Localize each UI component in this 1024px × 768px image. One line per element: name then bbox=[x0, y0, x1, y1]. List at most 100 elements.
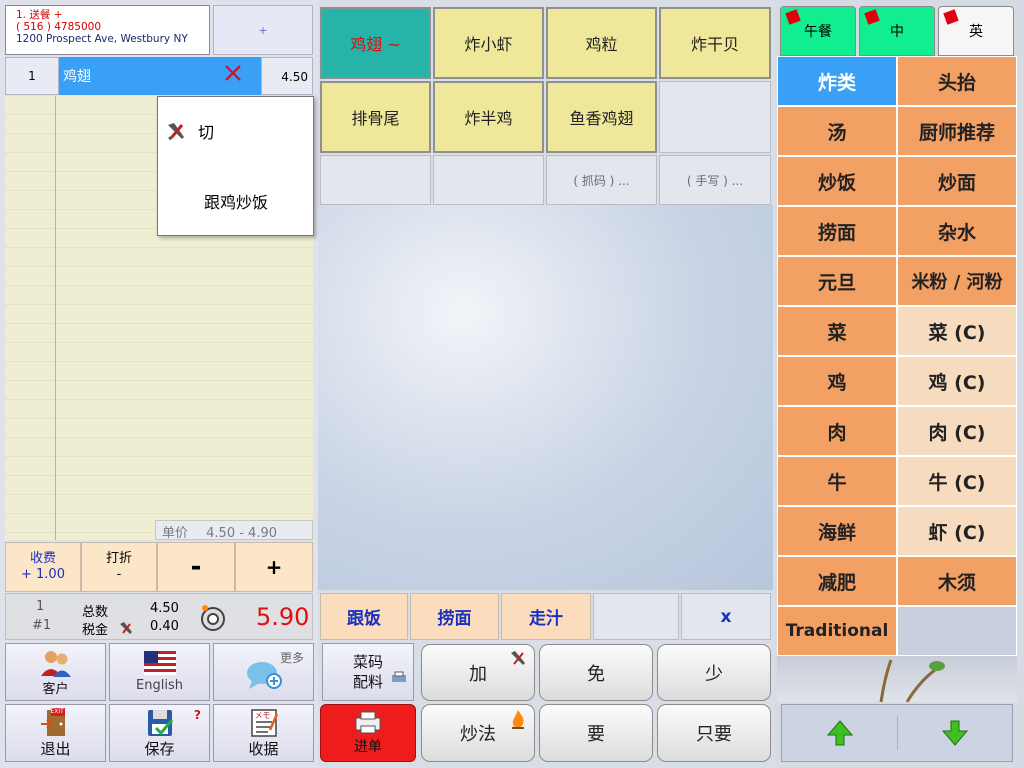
category-chicken[interactable]: 鸡 bbox=[777, 356, 897, 406]
free-button[interactable]: 免 bbox=[539, 644, 653, 701]
category-vegetables-combo[interactable]: 菜 (C) bbox=[897, 306, 1017, 356]
save-button[interactable]: ? 保存 bbox=[109, 704, 210, 762]
tab-lunch[interactable]: 午餐 bbox=[780, 6, 856, 56]
category-seafood[interactable]: 海鲜 bbox=[777, 506, 897, 556]
plant-decoration bbox=[777, 656, 1017, 703]
subtotal-label: 总数 bbox=[82, 605, 109, 620]
menu-item-fried-scallops[interactable]: 炸干贝 bbox=[659, 7, 771, 79]
scroll-up-button[interactable] bbox=[783, 706, 897, 760]
menu-item-garlic-wings[interactable]: 鱼香鸡翅 bbox=[546, 81, 657, 153]
tools-icon bbox=[509, 649, 527, 667]
popup-item-cut[interactable]: 切 bbox=[158, 111, 313, 151]
tab-marker-icon bbox=[785, 9, 801, 25]
menu-item-empty[interactable] bbox=[320, 155, 431, 205]
menu-item-empty[interactable] bbox=[659, 81, 771, 153]
grand-total: 5.90 bbox=[256, 603, 310, 631]
less-button[interactable]: 少 bbox=[657, 644, 771, 701]
tab-chinese[interactable]: 中 bbox=[859, 6, 935, 56]
margin-line bbox=[55, 96, 56, 540]
send-order-button[interactable]: 进单 bbox=[320, 704, 416, 762]
only-button[interactable]: 只要 bbox=[657, 704, 771, 762]
more-button[interactable]: 更多 bbox=[213, 643, 314, 701]
popup-item-with-chicken-rice[interactable]: 跟鸡炒饭 bbox=[158, 181, 313, 221]
add-order-button[interactable]: + bbox=[213, 5, 313, 55]
order-info-box[interactable]: 1. 送餐 + ( 516 ) 4785000 1200 Prospect Av… bbox=[5, 5, 210, 55]
save-disk-icon bbox=[144, 708, 176, 738]
category-traditional[interactable]: Traditional bbox=[777, 606, 897, 656]
category-egg-foo-young[interactable]: 元旦 bbox=[777, 256, 897, 306]
modifier-no-sauce[interactable]: 走汁 bbox=[501, 593, 591, 640]
discount-button[interactable]: 打折 - bbox=[81, 542, 157, 592]
order-line-qty[interactable]: 1 bbox=[5, 57, 59, 95]
category-chop-suey[interactable]: 杂水 bbox=[897, 206, 1017, 256]
menu-item-half-chicken[interactable]: 炸半鸡 bbox=[433, 81, 544, 153]
customer-icon bbox=[39, 648, 73, 678]
modifier-close-button[interactable]: x bbox=[681, 593, 771, 640]
modifier-with-rice[interactable]: 跟饭 bbox=[320, 593, 408, 640]
arrow-down-icon bbox=[941, 719, 969, 747]
modifier-empty[interactable] bbox=[593, 593, 679, 640]
category-soup[interactable]: 汤 bbox=[777, 106, 897, 156]
cash-drawer-icon[interactable] bbox=[196, 602, 228, 634]
order-line-name[interactable]: 鸡翅 bbox=[59, 57, 261, 95]
category-fried-rice[interactable]: 炒饭 bbox=[777, 156, 897, 206]
item-popup-menu: 切 跟鸡炒饭 bbox=[157, 96, 314, 236]
category-empty[interactable] bbox=[897, 606, 1017, 656]
exit-door-icon: EXIT bbox=[39, 707, 73, 738]
category-fried[interactable]: 炸类 bbox=[777, 56, 897, 106]
category-vegetables[interactable]: 菜 bbox=[777, 306, 897, 356]
printer-small-icon bbox=[391, 650, 407, 682]
language-button[interactable]: English bbox=[109, 643, 210, 701]
handwrite-button[interactable]: ( 手写 ) ... bbox=[659, 155, 771, 205]
receipt-button[interactable]: メモ 收据 bbox=[213, 704, 314, 762]
category-beef-combo[interactable]: 牛 (C) bbox=[897, 456, 1017, 506]
order-type: 1. 送餐 + bbox=[16, 9, 63, 21]
tax-tools-icon[interactable] bbox=[118, 620, 134, 636]
modifier-lo-mein[interactable]: 捞面 bbox=[410, 593, 499, 640]
category-pork-combo[interactable]: 肉 (C) bbox=[897, 406, 1017, 456]
delete-icon[interactable] bbox=[223, 63, 243, 83]
tools-icon bbox=[164, 119, 188, 143]
category-chicken-combo[interactable]: 鸡 (C) bbox=[897, 356, 1017, 406]
customer-button[interactable]: 客户 bbox=[5, 643, 106, 701]
totals-panel: 1 #1 总数 税金 4.50 0.40 5.90 bbox=[5, 593, 313, 640]
add-modifier-button[interactable]: 加 bbox=[421, 644, 535, 701]
category-rice-noodles[interactable]: 米粉 / 河粉 bbox=[897, 256, 1017, 306]
charge-button[interactable]: 收费 + 1.00 bbox=[5, 542, 81, 592]
chat-add-icon bbox=[246, 659, 282, 691]
printer-icon bbox=[354, 710, 382, 734]
tab-english[interactable]: 英 bbox=[938, 6, 1014, 56]
menu-item-empty[interactable] bbox=[433, 155, 544, 205]
menu-item-fried-shrimp[interactable]: 炸小虾 bbox=[433, 7, 544, 79]
scroll-down-button[interactable] bbox=[898, 706, 1011, 760]
category-moo-shu[interactable]: 木须 bbox=[897, 556, 1017, 606]
unit-price-row: 单价 4.50 - 4.90 bbox=[155, 520, 313, 541]
category-diet[interactable]: 减肥 bbox=[777, 556, 897, 606]
menu-item-chicken-wings[interactable]: 鸡翅 ~ bbox=[320, 7, 431, 79]
exit-button[interactable]: EXIT 退出 bbox=[5, 704, 106, 762]
increase-quantity-button[interactable]: + bbox=[235, 542, 313, 592]
arrow-up-icon bbox=[826, 719, 854, 747]
category-appetizers[interactable]: 头抬 bbox=[897, 56, 1017, 106]
category-shrimp-combo[interactable]: 虾 (C) bbox=[897, 506, 1017, 556]
category-lo-mein[interactable]: 捞面 bbox=[777, 206, 897, 256]
menu-item-chicken-nuggets[interactable]: 鸡粒 bbox=[546, 7, 657, 79]
fire-icon bbox=[509, 709, 527, 731]
category-pork[interactable]: 肉 bbox=[777, 406, 897, 456]
menu-item-riblets[interactable]: 排骨尾 bbox=[320, 81, 431, 153]
category-chow-mein[interactable]: 炒面 bbox=[897, 156, 1017, 206]
us-flag-icon bbox=[143, 651, 176, 675]
category-chef-special[interactable]: 厨师推荐 bbox=[897, 106, 1017, 156]
category-beef[interactable]: 牛 bbox=[777, 456, 897, 506]
cooking-method-button[interactable]: 炒法 bbox=[421, 704, 535, 762]
order-line-price[interactable]: 4.50 bbox=[261, 57, 313, 95]
tax-label: 税金 bbox=[82, 623, 109, 638]
grab-code-button[interactable]: ( 抓码 ) ... bbox=[546, 155, 657, 205]
memo-icon: メモ bbox=[248, 708, 280, 738]
recipe-ingredients-button[interactable]: 菜码 配料 bbox=[322, 643, 414, 701]
decrease-quantity-button[interactable]: - bbox=[157, 542, 235, 592]
subtotal-value: 4.50 bbox=[150, 601, 179, 616]
tab-marker-icon bbox=[864, 9, 880, 25]
customer-phone: ( 516 ) 4785000 bbox=[16, 21, 102, 33]
want-button[interactable]: 要 bbox=[539, 704, 653, 762]
